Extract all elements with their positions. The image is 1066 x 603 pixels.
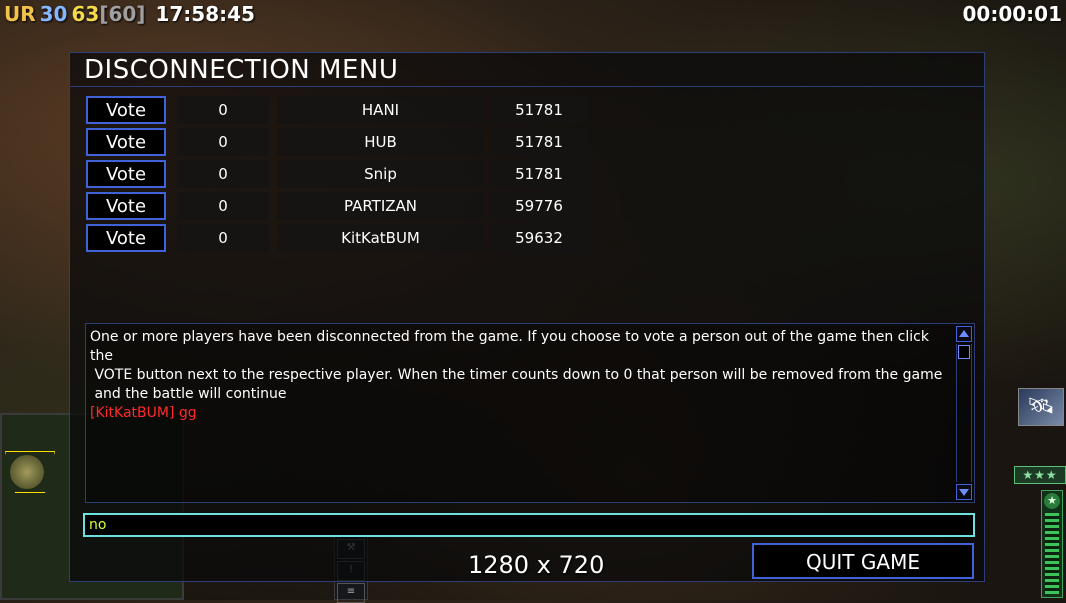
rank-stars: ★★★ [1014, 466, 1066, 484]
dialog-title-bar: DISCONNECTION MENU [70, 53, 984, 87]
player-port: 51781 [490, 96, 588, 124]
options-icon[interactable]: ≡ [337, 583, 365, 603]
player-name: Snip [277, 160, 484, 188]
chat-input[interactable] [83, 513, 975, 537]
vote-button[interactable]: Vote [86, 128, 166, 156]
resolution-label: 1280 x 720 [468, 551, 605, 579]
player-port: 59632 [490, 224, 588, 252]
vote-count: 0 [177, 224, 269, 252]
dialog-title: DISCONNECTION MENU [84, 55, 399, 85]
player-port: 51781 [490, 128, 588, 156]
chat-message: [KitKatBUM] gg [90, 405, 197, 421]
vote-count: 0 [177, 128, 269, 156]
rank-progress-badge: ★ [1041, 490, 1063, 598]
player-port: 59776 [490, 192, 588, 220]
scrollbar-track[interactable] [956, 344, 972, 482]
disconnection-dialog: DISCONNECTION MENU Vote 0 HANI 51781 Vot… [69, 52, 985, 582]
quit-game-button[interactable]: QUIT GAME [752, 543, 974, 579]
vote-button[interactable]: Vote [86, 160, 166, 188]
vote-count: 0 [177, 96, 269, 124]
scroll-up-arrow-icon[interactable] [956, 326, 972, 342]
vote-button[interactable]: Vote [86, 192, 166, 220]
vote-button[interactable]: Vote [86, 96, 166, 124]
player-name: KitKatBUM [277, 224, 484, 252]
star-badge-icon: ★ [1044, 493, 1060, 509]
scroll-down-arrow-icon[interactable] [956, 484, 972, 500]
faction-label: UR [4, 2, 36, 26]
scrollbar-thumb[interactable] [958, 345, 970, 359]
resource-hud: UR 30 63[60] 17:58:45 [4, 2, 259, 26]
game-timer: 00:00:01 [962, 2, 1063, 26]
satellite-icon[interactable]: 🛰 [1018, 388, 1064, 426]
vote-count: 0 [177, 192, 269, 220]
minimap-view-frame [5, 451, 55, 493]
hud-value-yellow: 63 [71, 2, 100, 26]
clock: 17:58:45 [155, 2, 255, 26]
rank-progress-bars [1045, 513, 1059, 594]
message-log[interactable]: One or more players have been disconnect… [85, 323, 975, 503]
vote-button[interactable]: Vote [86, 224, 166, 252]
hud-value-blue: 30 [39, 2, 68, 26]
player-port: 51781 [490, 160, 588, 188]
message-line: VOTE button next to the respective playe… [90, 367, 943, 383]
vote-count: 0 [177, 160, 269, 188]
player-name: HUB [277, 128, 484, 156]
player-name: HANI [277, 96, 484, 124]
hud-value-bracket: [60] [99, 2, 146, 26]
message-text: One or more players have been disconnect… [90, 328, 946, 423]
player-name: PARTIZAN [277, 192, 484, 220]
message-line: One or more players have been disconnect… [90, 329, 929, 364]
message-line: and the battle will continue [90, 386, 287, 402]
